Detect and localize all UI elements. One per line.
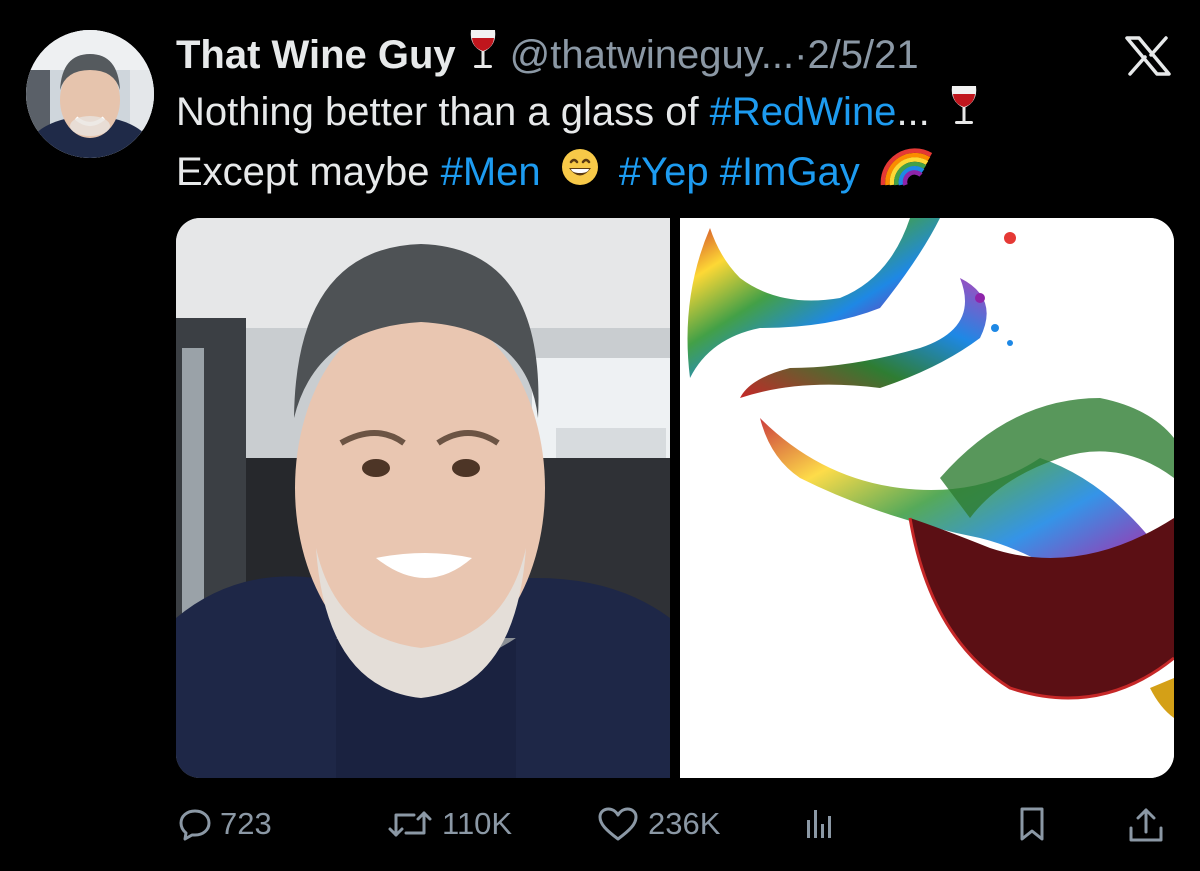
author-avatar[interactable] <box>26 30 154 158</box>
wine-glass-icon <box>949 84 979 144</box>
retweet-count: 110K <box>442 806 513 841</box>
tweet-text-segment: ... <box>896 90 930 134</box>
x-logo-icon[interactable] <box>1124 36 1172 76</box>
bookmark-icon <box>1016 806 1048 842</box>
tweet-actions-bar: 723 110K 236K <box>176 800 1176 856</box>
tweet-header: That Wine Guy @thatwineguy... · 2/5/21 <box>176 30 919 80</box>
hashtag-imgay[interactable]: #ImGay <box>720 150 860 194</box>
like-button[interactable]: 236K <box>596 806 720 842</box>
reply-button[interactable]: 723 <box>178 806 272 842</box>
like-count: 236K <box>648 806 721 841</box>
retweet-icon <box>386 807 434 841</box>
tweet-text-segment: Nothing better than a glass of <box>176 90 710 134</box>
meta-separator: · <box>794 32 808 77</box>
media-photo-selfie[interactable] <box>176 218 670 778</box>
bookmark-button[interactable] <box>1016 806 1048 842</box>
share-button[interactable] <box>1126 806 1166 844</box>
author-handle[interactable]: @thatwineguy... <box>510 33 794 78</box>
tweet-text-segment: Except maybe <box>176 150 441 195</box>
hashtag-redwine[interactable]: #RedWine <box>710 90 897 134</box>
tweet-date[interactable]: 2/5/21 <box>807 33 918 78</box>
views-button[interactable] <box>804 806 834 840</box>
retweet-button[interactable]: 110K <box>386 806 512 842</box>
author-display-name[interactable]: That Wine Guy <box>176 33 456 78</box>
views-icon <box>804 806 834 840</box>
tweet-text-line-2: Except maybe #Men #Yep #ImGay <box>176 144 1156 203</box>
avatar-photo <box>26 30 154 158</box>
tweet-media[interactable] <box>176 218 1174 778</box>
media-divider <box>670 218 680 778</box>
hashtag-yep[interactable]: #Yep <box>619 150 709 194</box>
share-icon <box>1126 806 1166 844</box>
reply-count: 723 <box>220 806 272 841</box>
reply-icon <box>178 807 212 841</box>
hashtag-men[interactable]: #Men <box>441 150 541 194</box>
tweet-text: Nothing better than a glass of #RedWine.… <box>176 84 1156 203</box>
wine-glass-icon <box>468 28 498 82</box>
media-photo-wine-splash[interactable] <box>680 218 1174 778</box>
grinning-face-icon <box>560 146 600 203</box>
tweet-text-line-1: Nothing better than a glass of #RedWine.… <box>176 84 1156 144</box>
heart-icon <box>596 806 640 842</box>
rainbow-icon <box>879 146 935 203</box>
